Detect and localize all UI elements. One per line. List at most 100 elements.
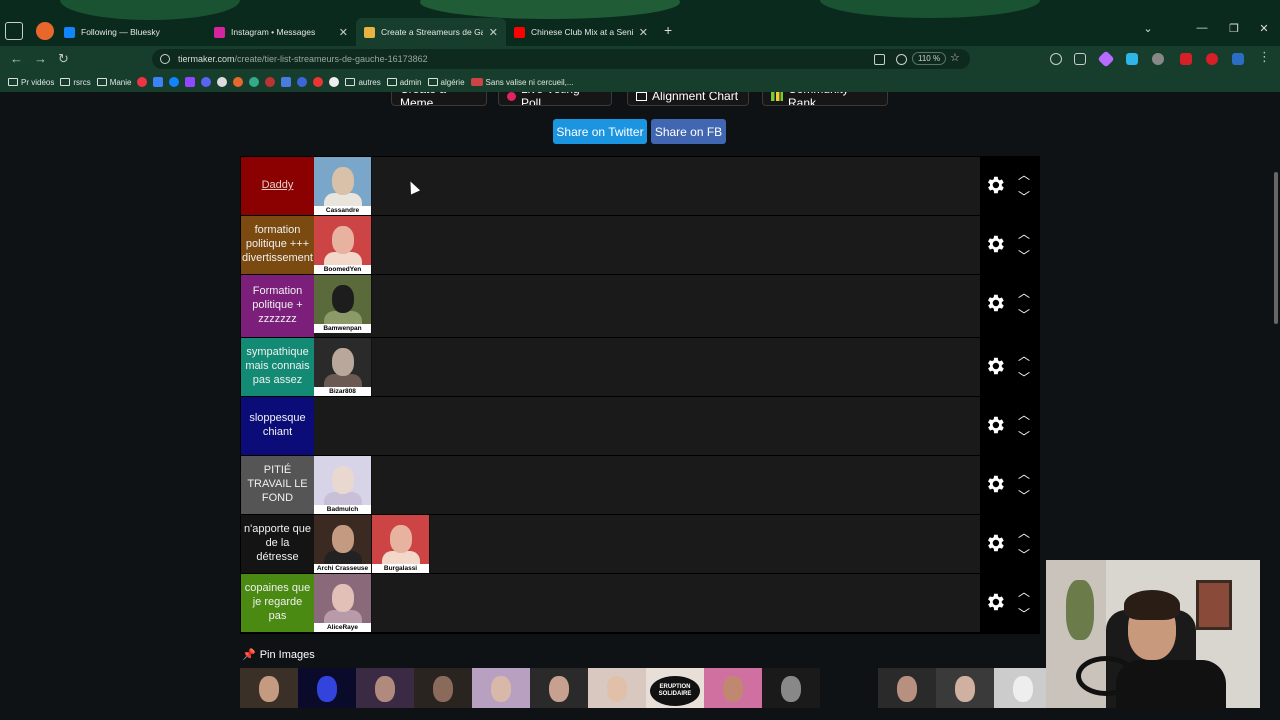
tier-drop-zone[interactable]: Bizar808 [314, 338, 980, 396]
chevron-up-icon[interactable]: ︿ [1016, 409, 1032, 421]
pool-image[interactable] [298, 668, 356, 708]
adblock-icon[interactable] [1180, 53, 1192, 65]
chevron-down-icon[interactable]: ⌄ [1138, 22, 1158, 35]
close-tab-icon[interactable]: ✕ [639, 26, 648, 39]
gear-icon[interactable] [984, 532, 1006, 554]
tab-list-icon[interactable] [5, 22, 23, 40]
share-twitter-button[interactable]: Share on Twitter [553, 119, 647, 144]
bookmark-folder[interactable]: rsrcs [60, 78, 91, 87]
tab-instagram[interactable]: Instagram • Messages ✕ [206, 18, 356, 46]
google-icon[interactable] [329, 77, 340, 87]
tier-drop-zone[interactable]: Badmulch [314, 456, 980, 514]
bookmark-icon[interactable] [153, 77, 164, 87]
tier-drop-zone[interactable]: Bamwenpan [314, 275, 980, 337]
bookmark-icon[interactable] [265, 77, 276, 87]
tier-drop-zone[interactable]: Archi Crasseuse Burgalassi [314, 515, 980, 573]
bookmark-icon[interactable] [137, 77, 148, 87]
chevron-up-icon[interactable]: ︿ [1016, 527, 1032, 539]
tab-youtube[interactable]: Chinese Club Mix at a Senior ✕ [506, 18, 656, 46]
tier-label[interactable]: formation politique +++ divertissement [241, 216, 314, 274]
bookmark-icon[interactable] [281, 77, 292, 87]
pool-image[interactable] [414, 668, 472, 708]
forward-icon[interactable]: → [34, 51, 47, 66]
gear-icon[interactable] [984, 473, 1006, 495]
pool-image[interactable] [936, 668, 994, 708]
bookmark-link[interactable]: Sans valise ni cercueil,... [470, 78, 574, 87]
reader-view-icon[interactable] [874, 54, 885, 65]
tier-label[interactable]: sympathique mais connais pas assez [241, 338, 314, 396]
community-rank-button[interactable]: Community Rank [762, 92, 888, 106]
tier-label[interactable]: n'apporte que de la détresse [241, 515, 314, 573]
pool-image[interactable] [820, 668, 878, 708]
bookmark-folder[interactable]: algérie [427, 78, 465, 87]
gear-icon[interactable] [984, 414, 1006, 436]
reload-icon[interactable]: ↻ [58, 51, 69, 67]
pool-image[interactable] [356, 668, 414, 708]
close-tab-icon[interactable]: ✕ [489, 26, 498, 39]
restore-icon[interactable]: ❐ [1224, 22, 1244, 35]
extension-icon[interactable] [1097, 50, 1115, 68]
pool-image[interactable] [588, 668, 646, 708]
bluesky-icon[interactable] [169, 77, 180, 87]
chevron-down-icon[interactable]: ﹀ [1016, 490, 1032, 502]
streamer-tile[interactable]: AliceRaye [314, 574, 372, 632]
streamer-tile[interactable]: Bizar808 [314, 338, 372, 396]
share-fb-button[interactable]: Share on FB [651, 119, 726, 144]
chevron-up-icon[interactable]: ︿ [1016, 350, 1032, 362]
streamer-tile[interactable]: Burgalassi [372, 515, 430, 573]
tab-tiermaker[interactable]: Create a Streameurs de Gauche ✕ [356, 18, 506, 46]
pin-images-toggle[interactable]: 📌 Pin Images [242, 648, 315, 662]
tier-label[interactable]: Daddy [241, 157, 314, 215]
translate-icon[interactable] [896, 54, 907, 65]
chevron-down-icon[interactable]: ﹀ [1016, 549, 1032, 561]
tier-label[interactable]: sloppesque chiant [241, 397, 314, 455]
pool-image[interactable]: ERUPTION SOLIDAIRE [646, 668, 704, 708]
close-window-icon[interactable]: ✕ [1254, 22, 1274, 35]
chevron-up-icon[interactable]: ︿ [1016, 468, 1032, 480]
extension-icon[interactable] [1232, 53, 1244, 65]
bookmark-star-icon[interactable]: ☆ [950, 51, 961, 64]
tier-label[interactable]: PITIÉ TRAVAIL LE FOND [241, 456, 314, 514]
menu-icon[interactable]: ⋮ [1258, 49, 1271, 65]
bookmark-folder[interactable]: autres [345, 78, 381, 87]
chevron-down-icon[interactable]: ﹀ [1016, 431, 1032, 443]
back-icon[interactable]: ← [10, 51, 23, 66]
chevron-up-icon[interactable]: ︿ [1016, 228, 1032, 240]
tier-drop-zone[interactable] [314, 397, 980, 455]
site-info-icon[interactable] [160, 54, 170, 64]
pool-image[interactable] [240, 668, 298, 708]
chevron-down-icon[interactable]: ﹀ [1016, 191, 1032, 203]
bookmark-folder[interactable]: admin [386, 78, 422, 87]
ublock-icon[interactable] [1206, 53, 1218, 65]
pool-image[interactable] [994, 668, 1052, 708]
minimize-icon[interactable]: — [1192, 22, 1212, 34]
streamer-tile[interactable]: Cassandre [314, 157, 372, 215]
twitch-icon[interactable] [185, 77, 196, 87]
streamer-tile[interactable]: BoomedYen [314, 216, 372, 274]
tab-bluesky[interactable]: Following — Bluesky [56, 18, 206, 46]
chevron-up-icon[interactable]: ︿ [1016, 169, 1032, 181]
new-tab-icon[interactable]: + [664, 22, 672, 38]
streamer-tile[interactable]: Badmulch [314, 456, 372, 514]
account-icon[interactable] [1050, 53, 1062, 65]
pool-image[interactable] [878, 668, 936, 708]
bookmark-folder[interactable]: Pr vidéos [8, 78, 54, 87]
gear-icon[interactable] [984, 355, 1006, 377]
bookmark-icon[interactable] [233, 77, 244, 87]
tier-drop-zone[interactable]: BoomedYen [314, 216, 980, 274]
settings-icon[interactable] [217, 77, 228, 87]
extension-icon[interactable] [1152, 53, 1164, 65]
alignment-chart-button[interactable]: Alignment Chart [627, 92, 749, 106]
streamer-tile[interactable]: Archi Crasseuse [314, 515, 372, 573]
close-tab-icon[interactable]: ✕ [339, 26, 348, 39]
bookmark-folder[interactable]: Manie [96, 78, 131, 87]
pool-image[interactable] [530, 668, 588, 708]
gear-icon[interactable] [984, 591, 1006, 613]
pool-image[interactable] [704, 668, 762, 708]
bookmark-icon[interactable] [249, 77, 260, 87]
address-bar[interactable]: tiermaker.com/create/tier-list-streameur… [152, 49, 970, 69]
tier-drop-zone[interactable]: AliceRaye [314, 574, 980, 632]
chevron-up-icon[interactable]: ︿ [1016, 586, 1032, 598]
create-meme-button[interactable]: Create a Meme [391, 92, 487, 106]
scrollbar[interactable] [1274, 172, 1278, 324]
